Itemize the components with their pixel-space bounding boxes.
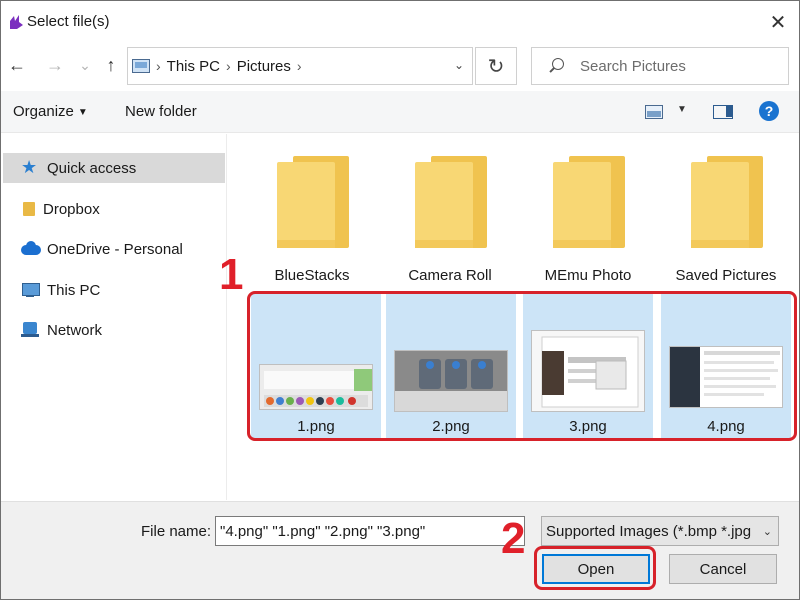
file-name-label: File name: (141, 523, 212, 540)
refresh-icon: ↻ (487, 55, 505, 78)
folder-item[interactable]: BlueStacks (247, 136, 377, 286)
close-button[interactable]: ✕ (757, 1, 799, 43)
app-logo-icon (10, 15, 23, 29)
breadcrumb-this-pc[interactable]: This PC (167, 58, 220, 75)
sidebar-item-network[interactable]: Network (3, 315, 225, 345)
search-input[interactable] (580, 57, 780, 75)
file-name-field[interactable] (215, 516, 525, 546)
title-bar: Select file(s) ✕ (1, 1, 799, 43)
cloud-icon (21, 240, 41, 258)
organize-button[interactable]: Organize ▼ (13, 103, 88, 120)
file-type-select[interactable]: Supported Images (*.bmp *.jpg ⌄ (541, 516, 779, 546)
help-icon[interactable]: ? (759, 101, 779, 121)
breadcrumb-separator[interactable]: › (226, 58, 231, 74)
sidebar-item-onedrive[interactable]: OneDrive - Personal (3, 234, 225, 264)
recent-locations-button[interactable]: ⌄ (73, 53, 97, 77)
step-number-2: 2 (501, 514, 526, 563)
selection-highlight-box (247, 291, 797, 441)
breadcrumb-pictures[interactable]: Pictures (237, 58, 291, 75)
change-view-icon[interactable] (645, 105, 663, 119)
cancel-button[interactable]: Cancel (669, 554, 777, 584)
address-dropdown-icon[interactable]: ⌄ (454, 58, 464, 72)
sidebar-item-label: OneDrive - Personal (47, 240, 183, 258)
new-folder-button[interactable]: New folder (125, 103, 197, 120)
folder-name: BlueStacks (274, 267, 350, 284)
command-toolbar: Organize ▼ New folder ▼ ? (1, 91, 799, 133)
folder-icon (553, 156, 625, 248)
sidebar-item-label: Quick access (47, 159, 137, 177)
folder-item[interactable]: Saved Pictures (661, 136, 791, 286)
up-arrow-icon: ↑ (106, 54, 116, 75)
close-icon: ✕ (769, 11, 787, 34)
folder-name: Saved Pictures (675, 267, 777, 284)
chevron-down-icon: ⌄ (79, 56, 91, 73)
sidebar-item-dropbox[interactable]: Dropbox (3, 194, 225, 224)
folder-icon (277, 156, 349, 248)
breadcrumb-separator[interactable]: › (297, 58, 302, 74)
star-icon (21, 157, 39, 178)
view-options-caret-icon[interactable]: ▼ (677, 104, 687, 115)
network-icon (21, 321, 39, 339)
dialog-footer: File name: Supported Images (*.bmp *.jpg… (1, 501, 799, 599)
organize-label: Organize (13, 103, 74, 120)
refresh-button[interactable]: ↻ (475, 47, 517, 85)
file-type-value: Supported Images (*.bmp *.jpg (546, 522, 752, 540)
up-button[interactable]: ↑ (99, 53, 123, 77)
breadcrumb-separator: › (156, 58, 161, 74)
sidebar-item-label: Dropbox (43, 200, 100, 218)
caret-down-icon: ▼ (77, 106, 88, 118)
folder-name: MEmu Photo (544, 267, 632, 284)
pc-icon (132, 59, 150, 73)
search-box[interactable] (531, 47, 789, 85)
sidebar-item-this-pc[interactable]: This PC (3, 275, 225, 305)
navigation-pane: Quick access Dropbox OneDrive - Personal… (1, 134, 227, 500)
window-title: Select file(s) (27, 13, 110, 30)
folder-icon (21, 200, 35, 218)
sidebar-item-label: This PC (47, 281, 101, 299)
folder-icon (691, 156, 763, 248)
file-dialog: Select file(s) ✕ ← → ⌄ ↑ › This PC › Pic… (0, 0, 800, 600)
open-highlight-box (534, 546, 656, 590)
folder-item[interactable]: MEmu Photo (523, 136, 653, 286)
address-bar[interactable]: › This PC › Pictures › ⌄ (127, 47, 473, 85)
pc-icon (21, 281, 40, 299)
folder-icon (415, 156, 487, 248)
folder-name: Camera Roll (408, 267, 492, 284)
back-button[interactable]: ← (5, 53, 29, 77)
navigation-bar: ← → ⌄ ↑ › This PC › Pictures › ⌄ ↻ (1, 45, 799, 89)
folder-item[interactable]: Camera Roll (385, 136, 515, 286)
step-number-1: 1 (219, 250, 244, 299)
back-arrow-icon: ← (8, 54, 26, 75)
forward-button[interactable]: → (43, 53, 67, 77)
sidebar-item-quick-access[interactable]: Quick access (3, 153, 225, 183)
forward-arrow-icon: → (46, 54, 64, 75)
search-icon (548, 57, 566, 75)
sidebar-item-label: Network (47, 321, 103, 339)
preview-pane-icon[interactable] (713, 105, 733, 119)
chevron-down-icon: ⌄ (762, 526, 772, 538)
